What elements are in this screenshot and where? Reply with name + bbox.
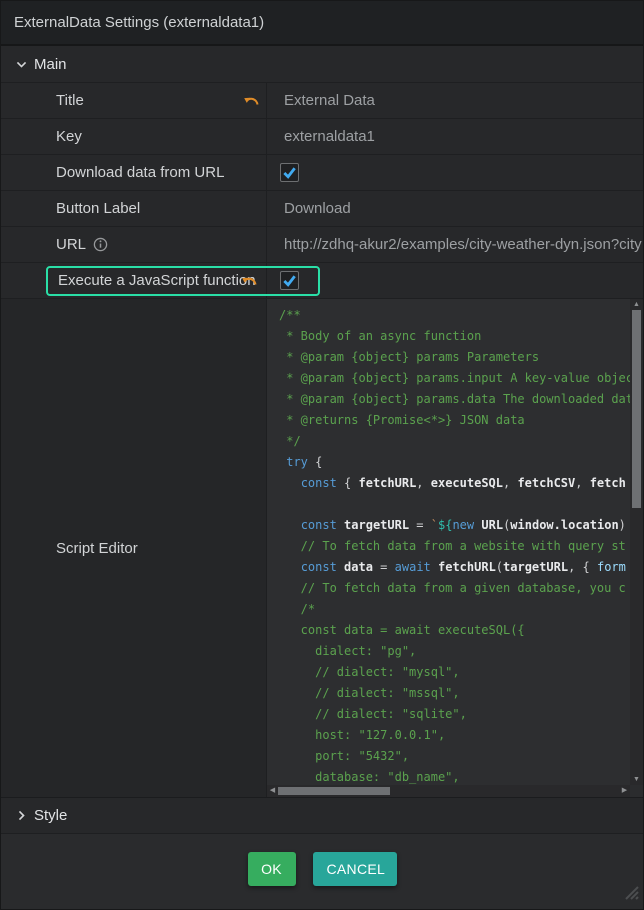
section-label-style: Style: [34, 807, 67, 824]
code-line: // To fetch data from a given database, …: [279, 578, 630, 599]
row-title: Title External Data: [1, 82, 643, 118]
code-line: const data = await executeSQL({: [279, 620, 630, 641]
code-line: // dialect: "mysql",: [279, 662, 630, 683]
row-url-label: URL: [56, 236, 86, 253]
undo-icon[interactable]: [243, 94, 260, 107]
url-value[interactable]: http://zdhq-akur2/examples/city-weather-…: [284, 236, 642, 253]
code-line: port: "5432",: [279, 746, 630, 767]
editor-horizontal-scrollbar[interactable]: ◀ ▶: [267, 785, 630, 797]
dialog-footer: OK CANCEL: [1, 833, 643, 909]
code-line: database: "db_name",: [279, 767, 630, 785]
button-row: OK CANCEL: [248, 852, 397, 886]
code-lines[interactable]: /** * Body of an async function * @param…: [267, 299, 630, 785]
row-key-labelcell: Key: [1, 119, 267, 154]
code-line: /**: [279, 305, 630, 326]
cancel-button[interactable]: CANCEL: [313, 852, 397, 886]
code-line: const { fetchURL, executeSQL, fetchCSV, …: [279, 473, 630, 494]
code-line: dialect: "pg",: [279, 641, 630, 662]
button-label-value[interactable]: Download: [284, 200, 351, 217]
row-buttonlabel-label: Button Label: [56, 200, 140, 217]
chevron-right-icon: [13, 808, 29, 824]
code-line: // dialect: "sqlite",: [279, 704, 630, 725]
code-line: * @returns {Promise<*>} JSON data: [279, 410, 630, 431]
ok-button[interactable]: OK: [248, 852, 296, 886]
dialog-titlebar[interactable]: ExternalData Settings (externaldata1): [1, 1, 643, 44]
externaldata-settings-dialog: ExternalData Settings (externaldata1) Ma…: [0, 0, 644, 910]
section-label-main: Main: [34, 56, 67, 73]
chevron-down-icon: [13, 56, 29, 72]
code-line: */: [279, 431, 630, 452]
row-key-valuecell[interactable]: externaldata1: [267, 119, 643, 154]
row-url: URL http://zdhq-akur2/examples/city-weat…: [1, 226, 643, 262]
row-download-label: Download data from URL: [56, 164, 224, 181]
code-line: // To fetch data from a website with que…: [279, 536, 630, 557]
code-line: * @param {object} params.data The downlo…: [279, 389, 630, 410]
title-value[interactable]: External Data: [284, 92, 375, 109]
code-line: * Body of an async function: [279, 326, 630, 347]
info-icon[interactable]: [93, 237, 108, 252]
row-url-valuecell[interactable]: http://zdhq-akur2/examples/city-weather-…: [267, 227, 643, 262]
row-title-label: Title: [56, 92, 84, 109]
scrollbar-corner: [630, 785, 643, 797]
script-editor[interactable]: /** * Body of an async function * @param…: [267, 299, 643, 797]
code-line: try {: [279, 452, 630, 473]
code-line: const data = await fetchURL(targetURL, {…: [279, 557, 630, 578]
download-from-url-checkbox[interactable]: [280, 163, 299, 182]
scroll-left-arrow-icon[interactable]: ◀: [267, 785, 278, 797]
row-key-label: Key: [56, 128, 82, 145]
row-download-labelcell: Download data from URL: [1, 155, 267, 190]
code-line: /*: [279, 599, 630, 620]
editor-vertical-scrollbar[interactable]: ▲ ▼: [630, 299, 643, 785]
scroll-right-arrow-icon[interactable]: ▶: [619, 785, 630, 797]
row-execute-js: Execute a JavaScript function: [1, 262, 643, 298]
row-download-from-url: Download data from URL: [1, 154, 643, 190]
section-header-style[interactable]: Style: [1, 797, 643, 833]
row-script-labelcell: Script Editor: [1, 299, 267, 797]
code-line: * @param {object} params Parameters: [279, 347, 630, 368]
horizontal-scroll-thumb[interactable]: [278, 787, 390, 795]
dialog-title: ExternalData Settings (externaldata1): [14, 14, 264, 31]
resize-grip-icon[interactable]: [620, 881, 640, 906]
row-buttonlabel-valuecell[interactable]: Download: [267, 191, 643, 226]
code-line: * @param {object} params.input A key-val…: [279, 368, 630, 389]
row-script-editor: Script Editor /** * Body of an async fun…: [1, 298, 643, 797]
row-title-valuecell[interactable]: External Data: [267, 83, 643, 118]
code-line: host: "127.0.0.1",: [279, 725, 630, 746]
row-title-labelcell: Title: [1, 83, 267, 118]
row-execjs-labelcell: Execute a JavaScript function: [1, 263, 267, 298]
row-execjs-valuecell: [267, 263, 643, 298]
row-buttonlabel-labelcell: Button Label: [1, 191, 267, 226]
key-value[interactable]: externaldata1: [284, 128, 375, 145]
section-header-main[interactable]: Main: [1, 46, 643, 82]
scroll-down-arrow-icon[interactable]: ▼: [630, 774, 643, 785]
row-execjs-label: Execute a JavaScript function: [58, 272, 256, 289]
row-button-label: Button Label Download: [1, 190, 643, 226]
code-line: const targetURL = `${new URL(window.loca…: [279, 515, 630, 536]
scroll-up-arrow-icon[interactable]: ▲: [630, 299, 643, 310]
row-script-label: Script Editor: [56, 540, 138, 557]
vertical-scroll-thumb[interactable]: [632, 310, 641, 508]
row-download-valuecell: [267, 155, 643, 190]
execute-js-checkbox[interactable]: [280, 271, 299, 290]
row-key: Key externaldata1: [1, 118, 643, 154]
code-line: [279, 494, 630, 515]
row-url-labelcell: URL: [1, 227, 267, 262]
code-line: // dialect: "mssql",: [279, 683, 630, 704]
undo-icon[interactable]: [241, 274, 258, 287]
